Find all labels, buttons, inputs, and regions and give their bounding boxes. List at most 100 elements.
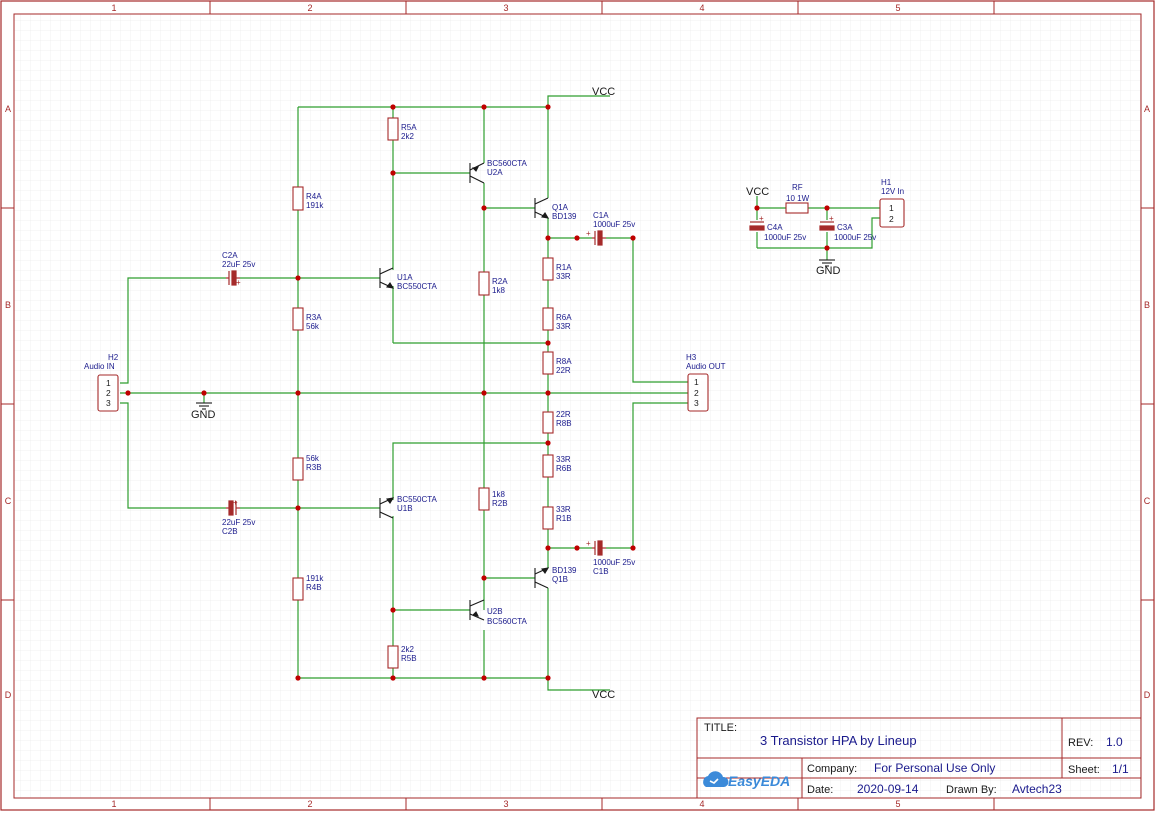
title-label: TITLE: <box>704 722 737 734</box>
part-value: 33R <box>556 505 571 514</box>
pin-number: 1 <box>106 378 111 388</box>
part-value: 191k <box>306 201 324 210</box>
part-value: 2k2 <box>401 645 414 654</box>
schematic-sheet: 1 2 3 4 5 1 2 3 4 5 A B C D A B C D + + … <box>0 0 1155 812</box>
part-ref: R2A <box>492 277 508 286</box>
part-ref: C3A <box>837 223 853 232</box>
part-value: 22uF 25v <box>222 260 255 269</box>
row-label: B <box>1144 300 1150 310</box>
part-value: 1000uF 25v <box>764 233 806 242</box>
easyeda-logo: EasyEDA <box>703 771 790 789</box>
part-ref: H1 <box>881 178 892 187</box>
pin-number: 2 <box>889 214 894 224</box>
part-ref: RF <box>792 183 803 192</box>
resistor-r8b <box>542 411 554 434</box>
resistor-r6a <box>542 307 554 331</box>
resistor-r1b <box>542 506 554 530</box>
part-value: 22R <box>556 366 571 375</box>
part-value: Audio IN <box>84 362 115 371</box>
part-ref: U2B <box>487 607 503 616</box>
part-value: BC560CTA <box>487 617 528 626</box>
rev-label: REV: <box>1068 737 1093 749</box>
company-value: For Personal Use Only <box>874 761 995 775</box>
col-label: 2 <box>307 799 312 809</box>
drawn-by-value: Avtech23 <box>1012 782 1062 796</box>
part-ref: U1B <box>397 504 413 513</box>
part-ref: R4B <box>306 583 322 592</box>
resistor-r3a <box>292 307 304 331</box>
svg-text:+: + <box>586 539 591 548</box>
resistor-r2a <box>478 271 490 296</box>
row-label: D <box>1144 690 1151 700</box>
schematic-title: 3 Transistor HPA by Lineup <box>760 733 917 748</box>
part-ref: C2A <box>222 251 238 260</box>
resistor-r1a <box>542 257 554 281</box>
pin-number: 2 <box>694 388 699 398</box>
part-ref: R3B <box>306 463 322 472</box>
part-ref: R5B <box>401 654 417 663</box>
part-ref: C2B <box>222 527 238 536</box>
part-ref: R3A <box>306 313 322 322</box>
date-value: 2020-09-14 <box>857 782 919 796</box>
svg-text:+: + <box>236 278 241 287</box>
part-ref: R4A <box>306 192 322 201</box>
part-value: 1000uF 25v <box>593 220 635 229</box>
part-value: 12V In <box>881 187 904 196</box>
col-label: 1 <box>111 3 116 13</box>
part-ref: Q1B <box>552 575 568 584</box>
pin-number: 1 <box>889 203 894 213</box>
svg-text:+: + <box>829 214 834 223</box>
part-value: 33R <box>556 322 571 331</box>
svg-text:+: + <box>586 229 591 238</box>
svg-text:+: + <box>759 214 764 223</box>
part-value: 33R <box>556 272 571 281</box>
part-value: BD139 <box>552 212 577 221</box>
row-label: A <box>5 104 11 114</box>
part-ref: C1A <box>593 211 609 220</box>
col-label: 5 <box>895 3 900 13</box>
part-ref: Q1A <box>552 203 569 212</box>
part-ref: R6B <box>556 464 572 473</box>
date-label: Date: <box>807 784 833 796</box>
part-ref: R8B <box>556 419 572 428</box>
sheet-value: 1/1 <box>1112 762 1129 776</box>
part-value: BC550CTA <box>397 282 438 291</box>
gnd-label: GND <box>191 409 216 421</box>
row-label: C <box>5 496 12 506</box>
row-label: C <box>1144 496 1151 506</box>
row-label: B <box>5 300 11 310</box>
part-ref: R8A <box>556 357 572 366</box>
resistor-r2b <box>478 487 490 511</box>
sheet-label: Sheet: <box>1068 764 1100 776</box>
part-value: BD139 <box>552 566 577 575</box>
part-ref: H3 <box>686 353 697 362</box>
row-label: A <box>1144 104 1150 114</box>
part-value: 191k <box>306 574 324 583</box>
part-ref: U1A <box>397 273 413 282</box>
rev-value: 1.0 <box>1106 735 1123 749</box>
col-label: 4 <box>699 3 704 13</box>
svg-text:+: + <box>233 498 238 507</box>
part-value: 56k <box>306 454 320 463</box>
resistor-r8a <box>542 351 554 375</box>
part-value: 1000uF 25v <box>593 558 635 567</box>
resistor-r5b <box>387 645 399 669</box>
resistor-r6b <box>542 454 554 478</box>
part-ref: R1A <box>556 263 572 272</box>
part-ref: R1B <box>556 514 572 523</box>
part-value: 2k2 <box>401 132 414 141</box>
part-value: 10 1W <box>786 194 810 203</box>
part-ref: R6A <box>556 313 572 322</box>
pin-number: 2 <box>106 388 111 398</box>
logo-text: EasyEDA <box>728 773 790 789</box>
pin-number: 3 <box>106 398 111 408</box>
vcc-label: VCC <box>592 86 615 98</box>
vcc-label: VCC <box>592 689 615 701</box>
part-ref: R2B <box>492 499 508 508</box>
part-value: 56k <box>306 322 320 331</box>
part-ref: H2 <box>108 353 119 362</box>
part-ref: R5A <box>401 123 417 132</box>
col-label: 3 <box>503 3 508 13</box>
col-label: 1 <box>111 799 116 809</box>
part-value: BC550CTA <box>397 495 438 504</box>
